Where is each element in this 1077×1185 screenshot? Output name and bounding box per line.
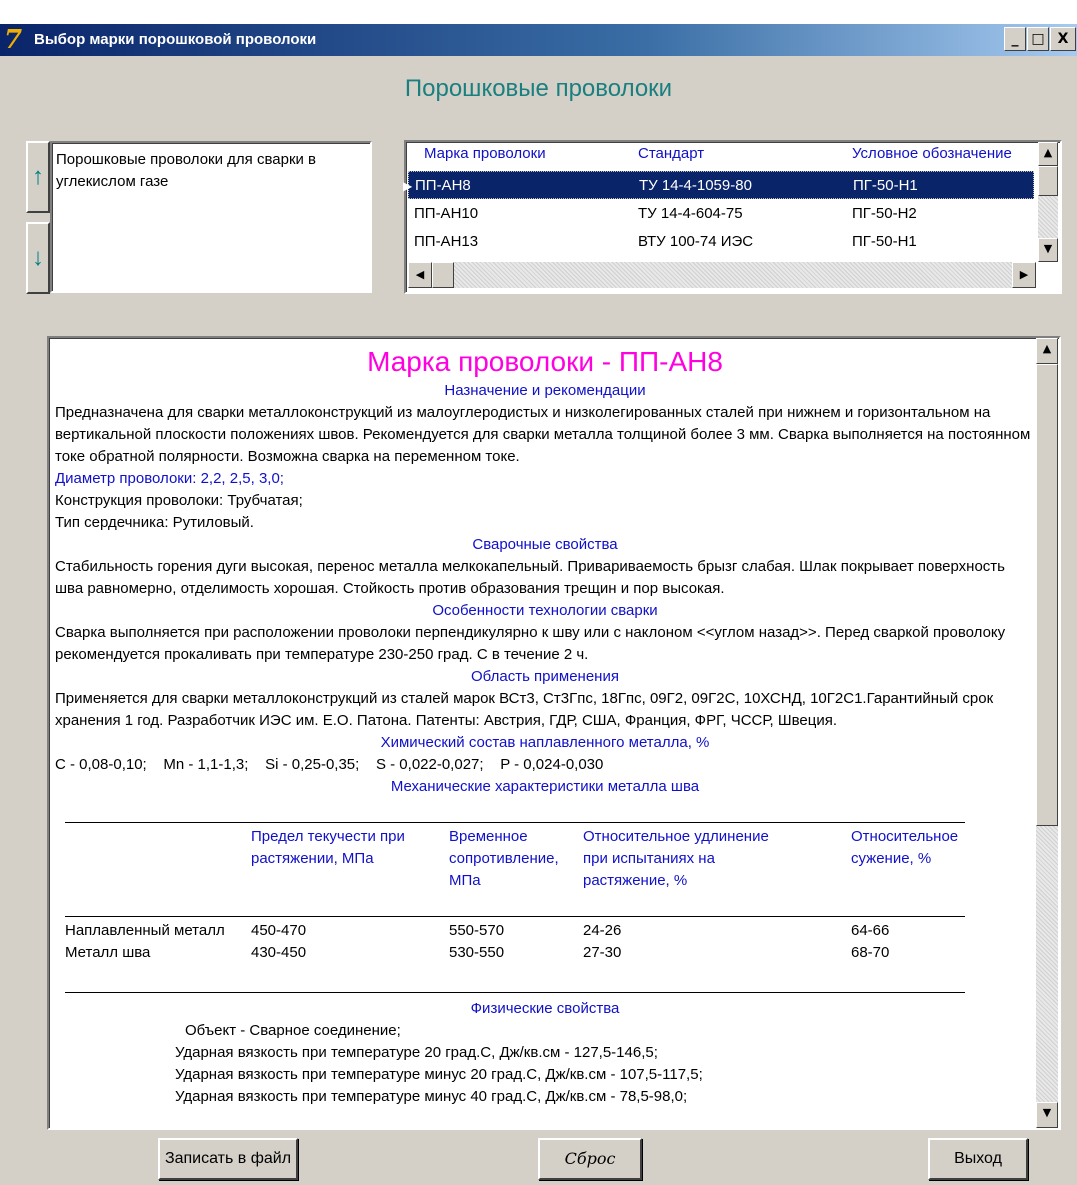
row-tensile: 550-570 — [449, 922, 505, 939]
details-scroll-up-button[interactable]: ▲ — [1036, 338, 1058, 364]
minimize-button[interactable]: _ — [1004, 27, 1026, 51]
header-elongation: Относительное удлинение при испытаниях н… — [583, 828, 769, 889]
section-application: Область применения — [471, 668, 619, 685]
physical-line: Ударная вязкость при температуре 20 град… — [175, 1044, 658, 1061]
grid-cell-mark: ПП-АН13 — [414, 233, 479, 250]
grid-hscroll-thumb[interactable] — [432, 262, 454, 288]
core-line: Тип сердечника: Рутиловый. — [55, 514, 254, 531]
grid-cell-standard: ТУ 14-4-1059-80 — [639, 177, 752, 194]
grid-row[interactable]: ПП-АН13 ВТУ 100-74 ИЭС ПГ-50-Н1 — [408, 228, 1034, 256]
row-narrowing: 64-66 — [851, 922, 890, 939]
grid-cell-mark: ПП-АН10 — [414, 205, 479, 222]
grid-vscroll-thumb[interactable] — [1038, 166, 1058, 196]
wire-details-panel[interactable]: Марка проволоки - ПП-АН8 Назначение и ре… — [47, 336, 1061, 1130]
grid-cell-designation: ПГ-50-Н2 — [852, 205, 917, 222]
section-welding: Сварочные свойства — [472, 536, 618, 553]
grid-scroll-left-button[interactable]: ◀ — [408, 262, 432, 288]
physical-line: Ударная вязкость при температуре минус 2… — [175, 1066, 703, 1083]
grid-scroll-right-button[interactable]: ▶ — [1012, 262, 1036, 288]
table-top-rule — [65, 822, 965, 823]
column-header-standard[interactable]: Стандарт — [638, 145, 704, 162]
technology-text: Сварка выполняется при расположении пров… — [55, 624, 1006, 663]
row-yield: 430-450 — [251, 944, 307, 961]
row-pointer-icon: ▶ — [403, 179, 413, 193]
grid-cell-mark: ПП-АН8 — [415, 177, 471, 194]
section-mechanical: Механические характеристики металла шва — [390, 778, 700, 795]
grid-scroll-down-button[interactable]: ▼ — [1038, 238, 1058, 262]
arrow-down-icon: ↓ — [32, 244, 44, 271]
column-header-designation[interactable]: Условное обозначение — [852, 145, 1012, 162]
section-physical: Физические свойства — [470, 1000, 620, 1017]
arrow-up-icon: ↑ — [32, 163, 44, 190]
header-yield: Предел текучести при растяжении, МПа — [251, 828, 405, 867]
reset-button[interactable]: Сброс — [538, 1138, 642, 1180]
header-tensile: Временное сопротивление, МПа — [449, 828, 559, 889]
row-name: Наплавленный металл — [65, 922, 225, 939]
chemistry-text: С - 0,08-0,10; Mn - 1,1-1,3; Si - 0,25-0… — [55, 756, 604, 773]
row-name: Металл шва — [65, 944, 151, 961]
row-narrowing: 68-70 — [851, 944, 890, 961]
close-button[interactable]: X — [1050, 27, 1076, 51]
mechanical-table: Предел текучести при растяжении, МПа Вре… — [55, 802, 1035, 998]
details-vscroll-thumb[interactable] — [1036, 364, 1058, 826]
grid-hscroll[interactable] — [408, 262, 1036, 288]
physical-line: Ударная вязкость при температуре минус 4… — [175, 1088, 688, 1105]
grid-header: Марка проволоки Стандарт Условное обозна… — [424, 145, 1034, 167]
grid-cell-standard: ТУ 14-4-604-75 — [638, 205, 743, 222]
category-text: Порошковые проволоки для сварки в углеки… — [50, 141, 372, 293]
section-purpose: Назначение и рекомендации — [444, 382, 646, 399]
grid-cell-standard: ВТУ 100-74 ИЭС — [638, 233, 754, 250]
category-up-button[interactable]: ↑ — [26, 141, 50, 213]
doc-title: Марка проволоки - ПП-АН8 — [367, 346, 723, 377]
grid-cell-designation: ПГ-50-Н1 — [853, 177, 918, 194]
grid-cell-designation: ПГ-50-Н1 — [852, 233, 917, 250]
grid-row-selected[interactable]: ▶ ПП-АН8 ТУ 14-4-1059-80 ПГ-50-Н1 — [403, 171, 1034, 199]
purpose-text: Предназначена для сварки металлоконструк… — [55, 404, 1031, 465]
wire-document: Марка проволоки - ПП-АН8 Назначение и ре… — [55, 344, 1035, 1108]
table-header-rule — [65, 916, 965, 917]
exit-button[interactable]: Выход — [928, 1138, 1028, 1180]
grid-row[interactable]: ПП-АН10 ТУ 14-4-604-75 ПГ-50-Н2 — [408, 200, 1034, 228]
section-chemistry: Химический состав наплавленного металла,… — [380, 734, 710, 751]
application-text: Применяется для сварки металлоконструкци… — [55, 690, 994, 729]
diameter-line: Диаметр проволоки: 2,2, 2,5, 3,0; — [55, 470, 284, 487]
welding-text: Стабильность горения дуги высокая, перен… — [55, 558, 1005, 597]
grid-scroll-up-button[interactable]: ▲ — [1038, 142, 1058, 166]
save-to-file-button[interactable]: Записать в файл — [158, 1138, 298, 1180]
page-heading: Порошковые проволоки — [404, 75, 673, 102]
category-down-button[interactable]: ↓ — [26, 222, 50, 294]
row-elongation: 24-26 — [583, 922, 622, 939]
section-technology: Особенности технологии сварки — [432, 602, 658, 619]
row-yield: 450-470 — [251, 922, 307, 939]
row-elongation: 27-30 — [583, 944, 622, 961]
details-scroll-down-button[interactable]: ▼ — [1036, 1102, 1058, 1128]
table-bottom-rule — [65, 992, 965, 993]
physical-object: Объект - Сварное соединение; — [185, 1022, 401, 1039]
column-header-mark[interactable]: Марка проволоки — [424, 145, 546, 162]
construction-line: Конструкция проволоки: Трубчатая; — [55, 492, 303, 509]
row-tensile: 530-550 — [449, 944, 505, 961]
window-title: Выбор марки порошковой проволоки — [34, 31, 317, 48]
header-narrowing: Относительное сужение, % — [851, 828, 959, 867]
app-icon: 7 — [4, 25, 23, 55]
maximize-button[interactable]: □ — [1027, 27, 1049, 51]
